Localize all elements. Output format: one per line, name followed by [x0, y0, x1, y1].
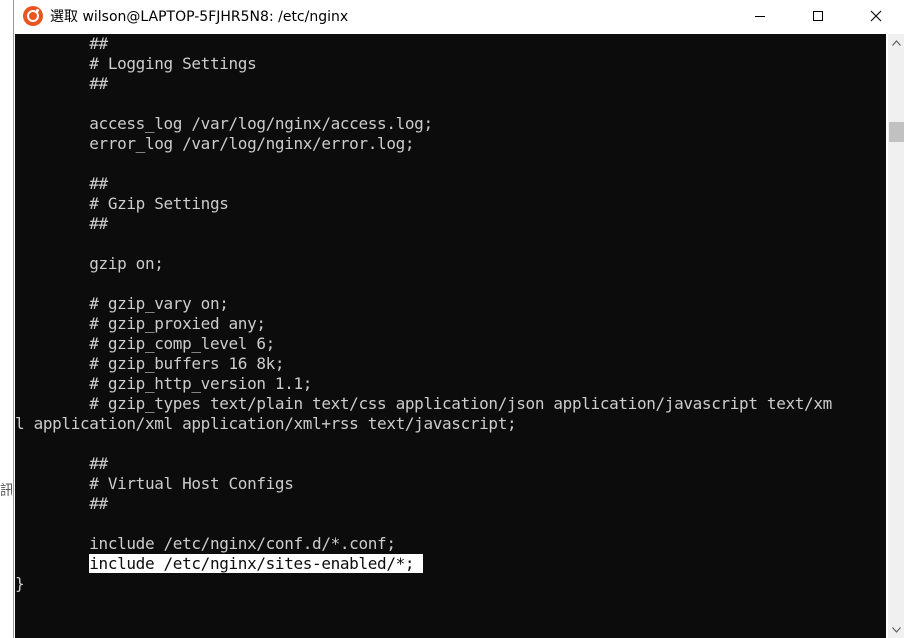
terminal-line: ##	[15, 34, 108, 53]
terminal-line: gzip on;	[15, 254, 164, 273]
vertical-scrollbar[interactable]	[888, 34, 904, 638]
terminal-line: }	[15, 574, 25, 593]
terminal-text: ## # Logging Settings ## access_log /var…	[15, 34, 832, 594]
terminal-line: # gzip_comp_level 6;	[15, 334, 275, 353]
chevron-up-icon	[892, 39, 901, 46]
scroll-down-button[interactable]	[888, 621, 904, 638]
terminal-line: ##	[15, 174, 108, 193]
text-selection[interactable]: include /etc/nginx/sites-enabled/*;	[89, 554, 424, 573]
terminal-line: # gzip_proxied any;	[15, 314, 266, 333]
close-icon	[870, 10, 882, 22]
terminal-line: include /etc/nginx/conf.d/*.conf;	[15, 534, 396, 553]
terminal-line: # Logging Settings	[15, 54, 257, 73]
terminal-line: ##	[15, 494, 108, 513]
terminal-line: # gzip_vary on;	[15, 294, 229, 313]
terminal-window: 選取 wilson@LAPTOP-5FJHR5N8: /etc/nginx ##…	[13, 0, 904, 638]
ubuntu-icon[interactable]	[23, 6, 43, 26]
terminal-line: # gzip_http_version 1.1;	[15, 374, 313, 393]
terminal-line: access_log /var/log/nginx/access.log;	[15, 114, 433, 133]
terminal-line-selected: include /etc/nginx/sites-enabled/*;	[15, 554, 832, 574]
minimize-button[interactable]	[731, 0, 789, 32]
terminal-line: # gzip_buffers 16 8k;	[15, 354, 285, 373]
maximize-icon	[813, 11, 823, 21]
terminal-line: ##	[15, 74, 108, 93]
terminal-line: error_log /var/log/nginx/error.log;	[15, 134, 415, 153]
scroll-thumb[interactable]	[889, 122, 904, 142]
title-bar[interactable]: 選取 wilson@LAPTOP-5FJHR5N8: /etc/nginx	[14, 0, 904, 32]
close-button[interactable]	[847, 0, 904, 32]
terminal-output[interactable]: ## # Logging Settings ## access_log /var…	[15, 34, 886, 638]
window-controls	[731, 0, 904, 32]
minimize-icon	[755, 16, 765, 17]
terminal-line: # Virtual Host Configs	[15, 474, 294, 493]
terminal-line: # gzip_types text/plain text/css applica…	[15, 394, 832, 413]
window-title: 選取 wilson@LAPTOP-5FJHR5N8: /etc/nginx	[50, 9, 349, 25]
terminal-line: l application/xml application/xml+rss te…	[15, 414, 517, 433]
background-window-glyph: 訊	[0, 483, 12, 499]
scroll-up-button[interactable]	[888, 34, 904, 51]
terminal-line: # Gzip Settings	[15, 194, 229, 213]
terminal-line: ##	[15, 454, 108, 473]
terminal-line: ##	[15, 214, 108, 233]
maximize-button[interactable]	[789, 0, 847, 32]
chevron-down-icon	[892, 626, 901, 633]
